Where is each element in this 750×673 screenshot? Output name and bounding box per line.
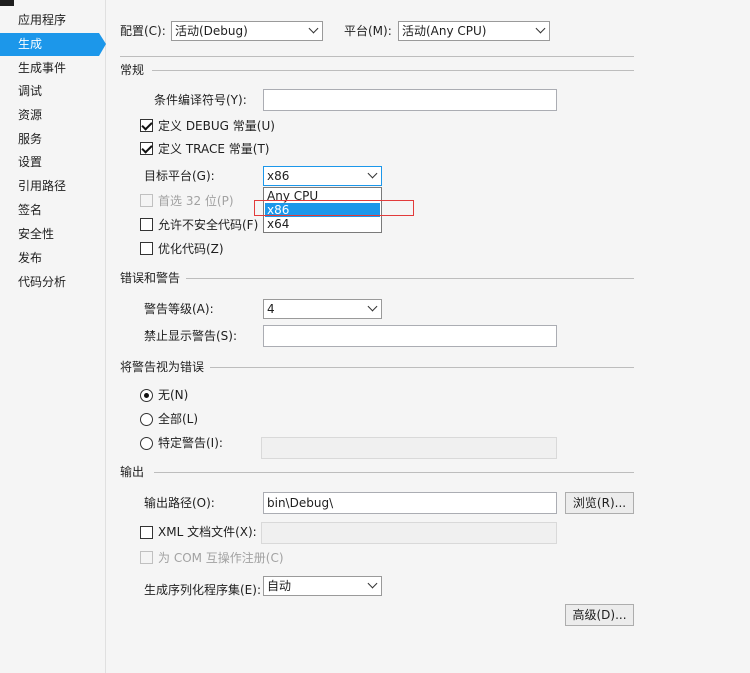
- define-debug-checkbox[interactable]: [140, 119, 153, 132]
- section-treat-warnings-rule: [210, 367, 634, 368]
- prefer32-label: 首选 32 位(P): [158, 194, 234, 208]
- section-errors-rule: [186, 278, 634, 279]
- config-label: 配置(C):: [120, 24, 166, 38]
- prefer32-checkbox[interactable]: [140, 194, 153, 207]
- radio-selected-dot: [144, 393, 149, 398]
- browse-button[interactable]: 浏览(R)...: [565, 492, 634, 514]
- sidebar-item-settings[interactable]: 设置: [0, 151, 99, 174]
- specific-warnings-input[interactable]: [261, 437, 557, 459]
- serialization-value: 自动: [267, 579, 292, 593]
- sidebar-item-signing[interactable]: 签名: [0, 199, 99, 222]
- conditional-symbols-input[interactable]: [263, 89, 557, 111]
- radio-specific[interactable]: [140, 437, 153, 450]
- serialization-label: 生成序列化程序集(E):: [144, 583, 261, 597]
- config-select-value: 活动(Debug): [175, 24, 248, 38]
- section-general-rule: [152, 70, 634, 71]
- serialization-select[interactable]: 自动: [263, 576, 382, 596]
- section-errors-title: 错误和警告: [120, 271, 181, 285]
- xml-doc-label: XML 文档文件(X):: [158, 525, 257, 539]
- platform-select-value: 活动(Any CPU): [402, 24, 487, 38]
- sidebar-item-debug[interactable]: 调试: [0, 80, 99, 103]
- sidebar-item-security[interactable]: 安全性: [0, 223, 99, 246]
- chevron-down-icon: [535, 23, 546, 34]
- build-settings-panel: 配置(C): 活动(Debug) 平台(M): 活动(Any CPU) 常规 条…: [106, 0, 750, 673]
- radio-all-label: 全部(L): [158, 412, 199, 426]
- radio-specific-label: 特定警告(I):: [158, 436, 223, 450]
- checkmark-icon: [141, 142, 153, 154]
- sidebar-item-resources[interactable]: 资源: [0, 104, 99, 127]
- config-select[interactable]: 活动(Debug): [171, 21, 323, 41]
- radio-all[interactable]: [140, 413, 153, 426]
- allow-unsafe-label: 允许不安全代码(F): [158, 218, 259, 232]
- radio-none[interactable]: [140, 389, 153, 402]
- section-output-rule: [154, 472, 634, 473]
- com-interop-label: 为 COM 互操作注册(C): [158, 551, 284, 565]
- advanced-button[interactable]: 高级(D)...: [565, 604, 634, 626]
- sidebar-item-publish[interactable]: 发布: [0, 247, 99, 270]
- section-general-title: 常规: [120, 63, 145, 77]
- suppress-warnings-input[interactable]: [263, 325, 557, 347]
- xml-doc-checkbox[interactable]: [140, 526, 153, 539]
- output-path-input[interactable]: bin\Debug\: [263, 492, 557, 514]
- section-treat-warnings-title: 将警告视为错误: [120, 360, 205, 374]
- optimize-checkbox[interactable]: [140, 242, 153, 255]
- dropdown-option-x64[interactable]: x64: [265, 217, 380, 231]
- define-trace-checkbox[interactable]: [140, 142, 153, 155]
- define-debug-label: 定义 DEBUG 常量(U): [158, 119, 275, 133]
- platform-label: 平台(M):: [344, 24, 392, 38]
- header-divider: [120, 56, 634, 57]
- sidebar-item-reference-paths[interactable]: 引用路径: [0, 175, 99, 198]
- conditional-symbols-label: 条件编译符号(Y):: [154, 93, 247, 107]
- chevron-down-icon: [308, 23, 319, 34]
- warning-level-select[interactable]: 4: [263, 299, 382, 319]
- checkmark-icon: [141, 119, 153, 131]
- sidebar: 应用程序 生成 生成事件 调试 资源 服务 设置 引用路径 签名 安全性 发布 …: [0, 0, 106, 673]
- chevron-down-icon: [367, 578, 378, 589]
- optimize-label: 优化代码(Z): [158, 242, 224, 256]
- suppress-warnings-label: 禁止显示警告(S):: [144, 329, 238, 343]
- warning-level-value: 4: [267, 302, 275, 316]
- platform-select[interactable]: 活动(Any CPU): [398, 21, 550, 41]
- highlight-annotation-box: [254, 200, 414, 216]
- target-platform-label: 目标平台(G):: [144, 169, 215, 183]
- warning-level-label: 警告等级(A):: [144, 302, 214, 316]
- define-trace-label: 定义 TRACE 常量(T): [158, 142, 270, 156]
- radio-none-label: 无(N): [158, 388, 189, 402]
- com-interop-checkbox[interactable]: [140, 551, 153, 564]
- target-platform-select[interactable]: x86: [263, 166, 382, 186]
- output-path-label: 输出路径(O):: [144, 496, 215, 510]
- chevron-down-icon: [367, 168, 378, 179]
- target-platform-value: x86: [267, 169, 290, 183]
- sidebar-item-services[interactable]: 服务: [0, 128, 99, 151]
- active-indicator-arrow: [99, 33, 106, 56]
- sidebar-top-marker: [0, 0, 14, 6]
- chevron-down-icon: [367, 301, 378, 312]
- xml-doc-input[interactable]: [261, 522, 557, 544]
- section-output-title: 输出: [120, 465, 145, 479]
- sidebar-item-build-events[interactable]: 生成事件: [0, 57, 99, 80]
- sidebar-item-build[interactable]: 生成: [0, 33, 99, 56]
- allow-unsafe-checkbox[interactable]: [140, 218, 153, 231]
- sidebar-item-application[interactable]: 应用程序: [0, 9, 99, 32]
- sidebar-item-code-analysis[interactable]: 代码分析: [0, 271, 99, 294]
